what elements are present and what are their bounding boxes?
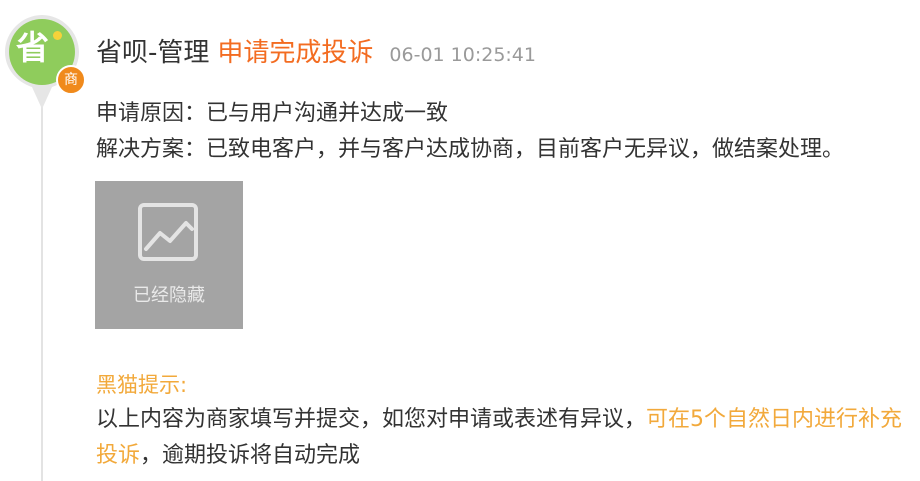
tip-title: 黑猫提示:: [96, 373, 188, 397]
avatar-logo-dot: [53, 31, 62, 40]
merchant-badge: 商: [56, 65, 86, 95]
tip-text-before: 以上内容为商家填写并提交，如您对申请或表述有异议，: [96, 407, 647, 432]
tip-text-after: ，逾期投诉将自动完成: [140, 443, 361, 468]
timeline-line: [41, 84, 43, 481]
solution-text: 解决方案：已致电客户，并与客户达成协商，目前客户无异议，做结案处理。: [96, 137, 845, 162]
avatar[interactable]: 省 商: [4, 14, 86, 110]
complaint-header: 省呗-管理 申请完成投诉 06-01 10:25:41: [96, 32, 536, 72]
author-name[interactable]: 省呗-管理: [96, 32, 209, 69]
image-placeholder-icon: [138, 203, 198, 261]
reason-text: 申请原因：已与用户沟通并达成一致: [96, 101, 449, 126]
hidden-image-attachment[interactable]: 已经隐藏: [95, 181, 243, 329]
avatar-logo-char: 省: [16, 28, 49, 67]
timestamp: 06-01 10:25:41: [389, 44, 536, 66]
action-title: 申请完成投诉: [217, 38, 374, 68]
tip-body: 以上内容为商家填写并提交，如您对申请或表述有异议，可在5个自然日内进行补充投诉，…: [96, 402, 911, 474]
hidden-image-label: 已经隐藏: [133, 285, 205, 306]
